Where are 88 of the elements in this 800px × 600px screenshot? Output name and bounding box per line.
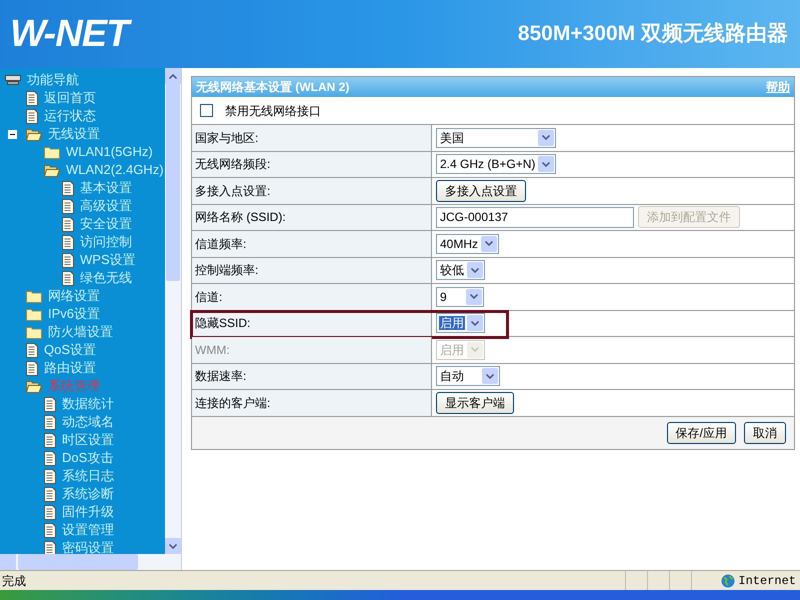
nav-item[interactable]: 网络设置 bbox=[48, 288, 100, 304]
label-cell: 控制端频率: bbox=[192, 258, 432, 283]
page-icon bbox=[62, 234, 74, 250]
open-folder-icon bbox=[44, 164, 60, 176]
checkbox[interactable] bbox=[200, 104, 213, 117]
nav-item[interactable]: 系统日志 bbox=[62, 468, 114, 484]
checkbox-label: 禁用无线网络接口 bbox=[225, 102, 321, 120]
dropdown[interactable]: 2.4 GHz (B+G+N) bbox=[436, 154, 556, 174]
dropdown[interactable]: 较低 bbox=[436, 260, 485, 280]
label-cell: 数据速率: bbox=[192, 364, 432, 389]
page-icon bbox=[44, 486, 56, 502]
nav-item[interactable]: IPv6设置 bbox=[48, 306, 100, 322]
nav-item[interactable]: 密码设置 bbox=[62, 540, 114, 554]
panel-title: 无线网络基本设置 (WLAN 2) bbox=[196, 79, 350, 96]
nav-item[interactable]: WLAN1(5GHz) bbox=[66, 144, 153, 160]
folder-icon bbox=[26, 326, 42, 338]
page-icon bbox=[62, 270, 74, 286]
ssid-input[interactable]: JCG-000137 bbox=[436, 206, 634, 228]
page-icon bbox=[62, 180, 74, 196]
nav-item[interactable]: 基本设置 bbox=[80, 180, 132, 196]
page-icon bbox=[62, 198, 74, 214]
page-icon bbox=[44, 414, 56, 430]
page-icon bbox=[62, 216, 74, 232]
nav-item[interactable]: 时区设置 bbox=[62, 432, 114, 448]
nav-item[interactable]: 运行状态 bbox=[44, 108, 96, 124]
add-to-profile-button[interactable]: 添加到配置文件 bbox=[638, 206, 740, 228]
save-apply-button[interactable]: 保存/应用 bbox=[666, 422, 736, 444]
nav-title: 功能导航 bbox=[27, 71, 79, 90]
page-icon bbox=[44, 396, 56, 412]
dropdown[interactable]: 40MHz bbox=[436, 234, 500, 254]
label-cell: WMM: bbox=[192, 337, 432, 362]
nav-item[interactable]: 固件升级 bbox=[62, 504, 114, 520]
label-cell: 信道频率: bbox=[192, 231, 432, 256]
page-icon bbox=[62, 252, 74, 268]
nav-item[interactable]: 设置管理 bbox=[62, 522, 114, 538]
cancel-button[interactable]: 取消 bbox=[744, 422, 786, 444]
open-folder-icon bbox=[26, 128, 42, 140]
label-cell: 连接的客户端: bbox=[192, 390, 432, 416]
horizontal-scrollbar[interactable] bbox=[0, 554, 181, 570]
label-cell: 多接入点设置: bbox=[192, 178, 432, 204]
nav-item[interactable]: 访问控制 bbox=[80, 234, 132, 250]
network-icon bbox=[5, 74, 21, 86]
nav-item[interactable]: 安全设置 bbox=[80, 216, 132, 232]
page-icon bbox=[26, 108, 38, 124]
nav-item[interactable]: WLAN2(2.4GHz) bbox=[66, 162, 164, 178]
action-button[interactable]: 多接入点设置 bbox=[436, 180, 526, 202]
action-button[interactable]: 显示客户端 bbox=[436, 392, 514, 414]
label-cell: 国家与地区: bbox=[192, 125, 432, 150]
zone-text: Internet bbox=[738, 572, 796, 590]
dropdown[interactable]: 启用 bbox=[436, 313, 485, 334]
status-text: 完成 bbox=[1, 572, 27, 590]
dropdown[interactable]: 美国 bbox=[436, 128, 556, 148]
nav-item[interactable]: 动态域名 bbox=[62, 414, 114, 430]
collapse-toggle[interactable] bbox=[8, 130, 17, 139]
page-icon bbox=[26, 342, 38, 358]
nav-item[interactable]: 绿色无线 bbox=[80, 270, 132, 286]
nav-item[interactable]: QoS设置 bbox=[44, 342, 96, 358]
vertical-scrollbar[interactable] bbox=[165, 68, 181, 554]
page-icon bbox=[26, 360, 38, 376]
nav-item[interactable]: WPS设置 bbox=[80, 252, 136, 268]
nav-item[interactable]: 高级设置 bbox=[80, 198, 132, 214]
label-cell: 信道: bbox=[192, 284, 432, 310]
folder-icon bbox=[44, 146, 60, 158]
folder-icon bbox=[26, 308, 42, 320]
page-icon bbox=[44, 504, 56, 520]
nav-item[interactable]: 无线设置 bbox=[48, 126, 100, 142]
folder-icon bbox=[26, 290, 42, 302]
nav-item[interactable]: 路由设置 bbox=[44, 360, 96, 376]
nav-item[interactable]: 防火墙设置 bbox=[48, 324, 113, 340]
nav-item[interactable]: 系统诊断 bbox=[62, 486, 114, 502]
dropdown[interactable]: 9 bbox=[436, 286, 484, 307]
product-title: 850M+300M 双频无线路由器 bbox=[518, 21, 788, 48]
label-cell: 无线网络频段: bbox=[192, 152, 432, 177]
page-icon bbox=[44, 450, 56, 466]
help-link[interactable]: 帮助 bbox=[766, 78, 790, 96]
nav-item[interactable]: 数据统计 bbox=[62, 396, 114, 412]
page-icon bbox=[44, 432, 56, 448]
open-folder-icon bbox=[26, 380, 42, 392]
page-icon bbox=[26, 90, 38, 106]
page-icon bbox=[44, 468, 56, 484]
scroll-down-icon[interactable] bbox=[165, 538, 181, 554]
nav-item[interactable]: 返回首页 bbox=[44, 90, 96, 106]
page-icon bbox=[44, 540, 56, 554]
globe-icon bbox=[721, 574, 736, 588]
nav-item[interactable]: DoS攻击 bbox=[62, 450, 114, 466]
dropdown[interactable]: 自动 bbox=[436, 366, 500, 386]
page-icon bbox=[44, 522, 56, 538]
label-cell: 网络名称 (SSID): bbox=[192, 204, 432, 230]
